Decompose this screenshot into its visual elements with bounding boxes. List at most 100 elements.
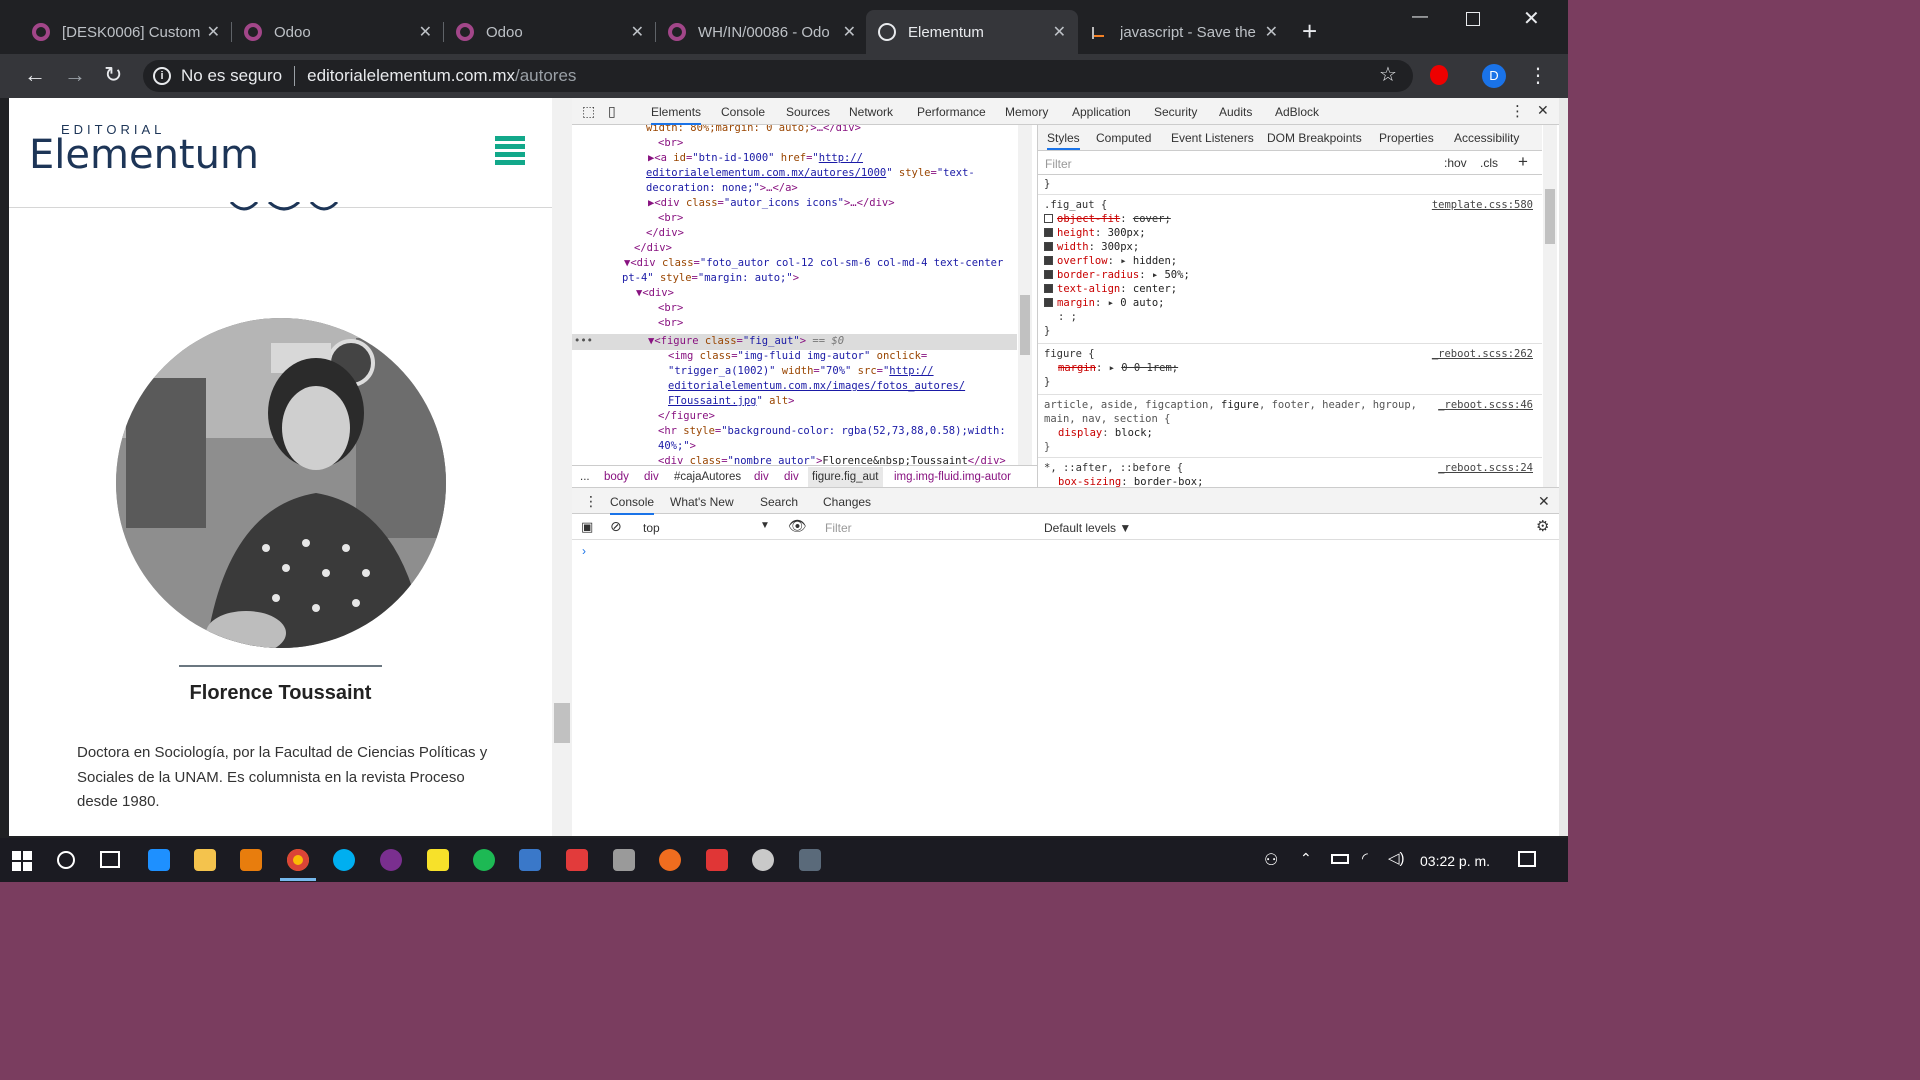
- device-toggle-icon[interactable]: ▯: [608, 103, 616, 120]
- close-icon[interactable]: ✕: [207, 22, 220, 42]
- new-rule-icon[interactable]: +: [1518, 152, 1528, 172]
- maximize-icon[interactable]: [1466, 12, 1480, 26]
- sublime-text-icon[interactable]: [240, 849, 262, 871]
- tab-odoo-2[interactable]: Odoo ✕: [444, 10, 656, 54]
- close-icon[interactable]: ✕: [1053, 22, 1066, 42]
- crumb-div[interactable]: div: [644, 467, 659, 487]
- tab-performance[interactable]: Performance: [917, 105, 986, 119]
- devtools-menu-icon[interactable]: ⋮: [1510, 102, 1525, 120]
- task-view-icon[interactable]: [100, 851, 120, 868]
- forward-icon[interactable]: →: [64, 62, 86, 88]
- volume-icon[interactable]: ◁): [1388, 849, 1405, 867]
- tab-memory[interactable]: Memory: [1005, 105, 1048, 119]
- file-explorer-icon[interactable]: [194, 849, 216, 871]
- app-icon-orange[interactable]: [659, 849, 681, 871]
- inspect-icon[interactable]: ⬚: [582, 103, 595, 120]
- close-window-icon[interactable]: ✕: [1523, 6, 1540, 31]
- close-icon[interactable]: ✕: [631, 22, 644, 42]
- tab-computed[interactable]: Computed: [1096, 131, 1151, 145]
- tab-accessibility[interactable]: Accessibility: [1454, 131, 1519, 145]
- chrome-icon[interactable]: [287, 849, 309, 871]
- tab-desk0006[interactable]: [DESK0006] Customi ✕: [20, 10, 232, 54]
- tab-application[interactable]: Application: [1072, 105, 1131, 119]
- back-icon[interactable]: ←: [24, 62, 46, 88]
- log-levels-select[interactable]: Default levels ▼: [1044, 521, 1131, 535]
- rule-figure[interactable]: figure { _reboot.scss:262 margin: ▸ 0 0 …: [1038, 345, 1542, 395]
- tab-elements[interactable]: Elements: [651, 105, 702, 125]
- styles-scrollbar[interactable]: [1543, 125, 1557, 487]
- tab-dom-breakpoints[interactable]: DOM Breakpoints: [1267, 131, 1362, 145]
- anydesk-icon[interactable]: [706, 849, 728, 871]
- app-icon-dark[interactable]: [799, 849, 821, 871]
- people-icon[interactable]: ⚇: [1264, 850, 1278, 870]
- drawer-tab-changes[interactable]: Changes: [823, 495, 871, 509]
- taskbar-clock[interactable]: 03:22 p. m.: [1420, 853, 1490, 869]
- drawer-tab-whats-new[interactable]: What's New: [670, 495, 734, 509]
- context-select[interactable]: top: [643, 521, 660, 535]
- hov-toggle[interactable]: :hov: [1444, 156, 1467, 170]
- devtools-close-icon[interactable]: ✕: [1537, 102, 1549, 119]
- cortana-icon[interactable]: [57, 851, 75, 869]
- rule-universal[interactable]: *, ::after, ::before { _reboot.scss:24 b…: [1038, 459, 1542, 487]
- virtualbox-icon[interactable]: [519, 849, 541, 871]
- chevron-up-icon[interactable]: ⌃: [1300, 850, 1312, 867]
- tab-event-listeners[interactable]: Event Listeners: [1171, 131, 1254, 145]
- gear-icon[interactable]: ⚙: [1536, 517, 1549, 535]
- tab-odoo-1[interactable]: Odoo ✕: [232, 10, 444, 54]
- reload-icon[interactable]: ↻: [104, 62, 122, 88]
- rule-fig-aut[interactable]: .fig_aut { template.css:580 object-fit: …: [1038, 196, 1542, 344]
- tab-adblock[interactable]: AdBlock: [1275, 105, 1319, 119]
- tab-network[interactable]: Network: [849, 105, 893, 119]
- crumb-div-3[interactable]: div: [784, 467, 799, 487]
- console-prompt[interactable]: ›: [582, 544, 586, 558]
- app-icon-red[interactable]: [566, 849, 588, 871]
- styles-filter-input[interactable]: Filter: [1045, 157, 1072, 171]
- crumb-more[interactable]: ...: [580, 467, 590, 487]
- page-scrollbar[interactable]: [552, 98, 572, 836]
- chevron-down-icon[interactable]: ▼: [760, 520, 770, 531]
- tab-security[interactable]: Security: [1154, 105, 1197, 119]
- close-icon[interactable]: ✕: [1265, 22, 1278, 42]
- crumb-img[interactable]: img.img-fluid.img-autor: [894, 467, 1011, 487]
- spotify-icon[interactable]: [473, 849, 495, 871]
- author-photo[interactable]: [116, 318, 446, 648]
- elements-scrollbar[interactable]: [1018, 125, 1032, 465]
- hamburger-menu-icon[interactable]: [495, 136, 525, 168]
- drawer-tab-console[interactable]: Console: [610, 495, 655, 515]
- app-icon-light[interactable]: [752, 849, 774, 871]
- skype-icon[interactable]: [333, 849, 355, 871]
- new-tab-button[interactable]: +: [1302, 18, 1317, 44]
- tab-console[interactable]: Console: [721, 105, 765, 119]
- info-icon[interactable]: i: [153, 67, 171, 85]
- menu-icon[interactable]: ⋮: [1528, 63, 1548, 88]
- profile-avatar[interactable]: D: [1482, 64, 1506, 88]
- sidebar-toggle-icon[interactable]: ▣: [581, 519, 593, 535]
- elements-tree[interactable]: width: 80%;margin: 0 auto;>…</div> <br> …: [572, 125, 1027, 465]
- battery-icon[interactable]: [1331, 854, 1349, 864]
- drawer-close-icon[interactable]: ✕: [1538, 493, 1550, 510]
- drawer-menu-icon[interactable]: ⋮: [584, 493, 598, 510]
- close-icon[interactable]: ✕: [843, 22, 856, 42]
- edge-icon[interactable]: [148, 849, 170, 871]
- tab-wh-in[interactable]: WH/IN/00086 - Odo ✕: [656, 10, 868, 54]
- crumb-div-2[interactable]: div: [754, 467, 769, 487]
- tab-javascript[interactable]: javascript - Save the ✕: [1078, 10, 1290, 54]
- console-filter-input[interactable]: Filter: [825, 521, 852, 535]
- minimize-icon[interactable]: —: [1412, 8, 1428, 26]
- crumb-body[interactable]: body: [604, 467, 629, 487]
- purple-app-icon[interactable]: [380, 849, 402, 871]
- crumb-figure[interactable]: figure.fig_aut: [808, 467, 883, 487]
- crumb-cajaautores[interactable]: #cajaAutores: [674, 467, 741, 487]
- tab-styles[interactable]: Styles: [1047, 131, 1080, 150]
- app-icon-gray[interactable]: [613, 849, 635, 871]
- logo-elementum[interactable]: Elementum: [29, 132, 259, 178]
- tab-sources[interactable]: Sources: [786, 105, 830, 119]
- drawer-tab-search[interactable]: Search: [760, 495, 798, 509]
- bookmark-star-icon[interactable]: ☆: [1379, 62, 1397, 87]
- tab-audits[interactable]: Audits: [1219, 105, 1252, 119]
- windows-start-icon[interactable]: [12, 851, 32, 871]
- tab-elementum[interactable]: Elementum ✕: [866, 10, 1078, 54]
- rule-article[interactable]: article, aside, figcaption, figure, foot…: [1038, 396, 1542, 458]
- sticky-notes-icon[interactable]: [427, 849, 449, 871]
- clear-console-icon[interactable]: ⊘: [610, 518, 622, 535]
